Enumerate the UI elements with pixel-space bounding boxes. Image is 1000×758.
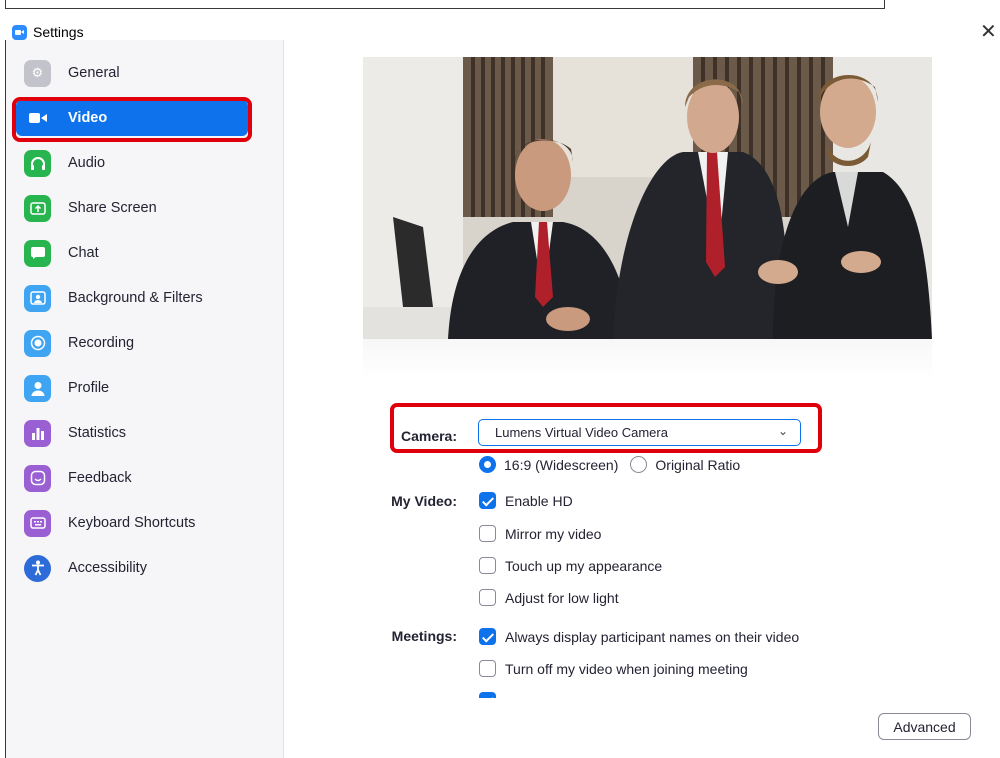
sidebar-item-label: Background & Filters — [68, 290, 203, 306]
sidebar-item-label: Audio — [68, 155, 106, 171]
sidebar-item-audio[interactable]: Audio — [16, 145, 248, 181]
sidebar-item-share-screen[interactable]: Share Screen — [16, 190, 248, 226]
window-top-frame — [5, 0, 885, 9]
camera-highlight-box — [390, 403, 822, 453]
sidebar-item-feedback[interactable]: Feedback — [16, 460, 248, 496]
sidebar-item-label: Statistics — [68, 425, 127, 441]
checkbox-display-names[interactable]: Always display participant names on thei… — [479, 628, 799, 645]
smiley-icon — [24, 464, 51, 492]
video-settings-panel: Camera: Lumens Virtual Video Camera ⌄ 16… — [284, 40, 1000, 758]
keyboard-icon — [24, 509, 51, 537]
radio-original-ratio[interactable] — [630, 456, 648, 473]
checkbox-box[interactable] — [479, 660, 496, 677]
chat-bubble-icon — [24, 239, 51, 267]
checkbox-box[interactable] — [479, 628, 496, 645]
sidebar-item-label: Share Screen — [68, 200, 157, 216]
checkbox-enable-hd[interactable]: Enable HD — [479, 492, 573, 509]
sidebar-item-profile[interactable]: Profile — [16, 370, 248, 406]
checkbox-box[interactable] — [479, 492, 496, 509]
checkbox-label: Enable HD — [505, 492, 573, 509]
share-screen-icon — [24, 194, 51, 222]
sidebar-item-label: Recording — [68, 335, 135, 351]
sidebar-item-general[interactable]: ⚙ General — [16, 55, 248, 91]
checkbox-box[interactable] — [479, 557, 496, 574]
checkbox-turn-off-video[interactable]: Turn off my video when joining meeting — [479, 660, 748, 677]
person-icon — [24, 374, 51, 402]
sidebar-item-label: Profile — [68, 380, 110, 396]
sidebar-item-label: Feedback — [68, 470, 132, 486]
sidebar-item-accessibility[interactable]: Accessibility — [16, 550, 248, 586]
video-highlight-box — [12, 97, 252, 142]
bar-chart-icon — [24, 419, 51, 447]
checkbox-touch-up[interactable]: Touch up my appearance — [479, 557, 662, 574]
sidebar-item-chat[interactable]: Chat — [16, 235, 248, 271]
advanced-button[interactable]: Advanced — [878, 713, 971, 740]
my-video-label: My Video: — [391, 493, 457, 509]
radio-widescreen[interactable] — [479, 456, 496, 473]
sidebar-item-label: Chat — [68, 245, 99, 261]
checkbox-label: Mirror my video — [505, 525, 602, 542]
checkbox-box[interactable] — [479, 589, 496, 606]
gear-icon: ⚙ — [24, 59, 51, 87]
sidebar-item-label: General — [68, 65, 120, 81]
window-title: Settings — [33, 24, 84, 40]
sidebar-item-background-filters[interactable]: Background & Filters — [16, 280, 248, 316]
radio-original-ratio-label: Original Ratio — [655, 456, 741, 473]
checkbox-label: Turn off my video when joining meeting — [505, 660, 748, 677]
checkbox-label: Touch up my appearance — [505, 557, 663, 574]
title-bar: Settings ✕ — [0, 9, 1000, 43]
camera-preview — [363, 57, 932, 339]
checkbox-box[interactable] — [479, 525, 496, 542]
aspect-ratio-options: 16:9 (Widescreen) Original Ratio — [479, 456, 752, 473]
person-background-icon — [24, 284, 51, 312]
sidebar-item-statistics[interactable]: Statistics — [16, 415, 248, 451]
checkbox-box[interactable] — [479, 692, 496, 698]
headphones-icon — [24, 149, 51, 177]
checkbox-mirror-video[interactable]: Mirror my video — [479, 525, 601, 542]
sidebar-item-label: Keyboard Shortcuts — [68, 515, 196, 531]
camera-preview-image — [363, 57, 932, 339]
zoom-app-icon — [12, 25, 27, 40]
sidebar-item-recording[interactable]: Recording — [16, 325, 248, 361]
checkbox-low-light[interactable]: Adjust for low light — [479, 589, 619, 606]
sidebar-item-keyboard-shortcuts[interactable]: Keyboard Shortcuts — [16, 505, 248, 541]
radio-widescreen-label: 16:9 (Widescreen) — [504, 456, 619, 473]
accessibility-icon — [24, 554, 51, 582]
checkbox-label: Adjust for low light — [505, 589, 619, 606]
clipped-option-row — [479, 692, 939, 698]
meetings-label: Meetings: — [391, 628, 457, 644]
record-icon — [24, 329, 51, 357]
preview-shadow — [363, 339, 932, 379]
checkbox-label: Always display participant names on thei… — [505, 628, 800, 645]
settings-sidebar: ⚙ General Video Audio Share Screen Chat … — [6, 40, 284, 758]
sidebar-item-label: Accessibility — [68, 560, 147, 576]
